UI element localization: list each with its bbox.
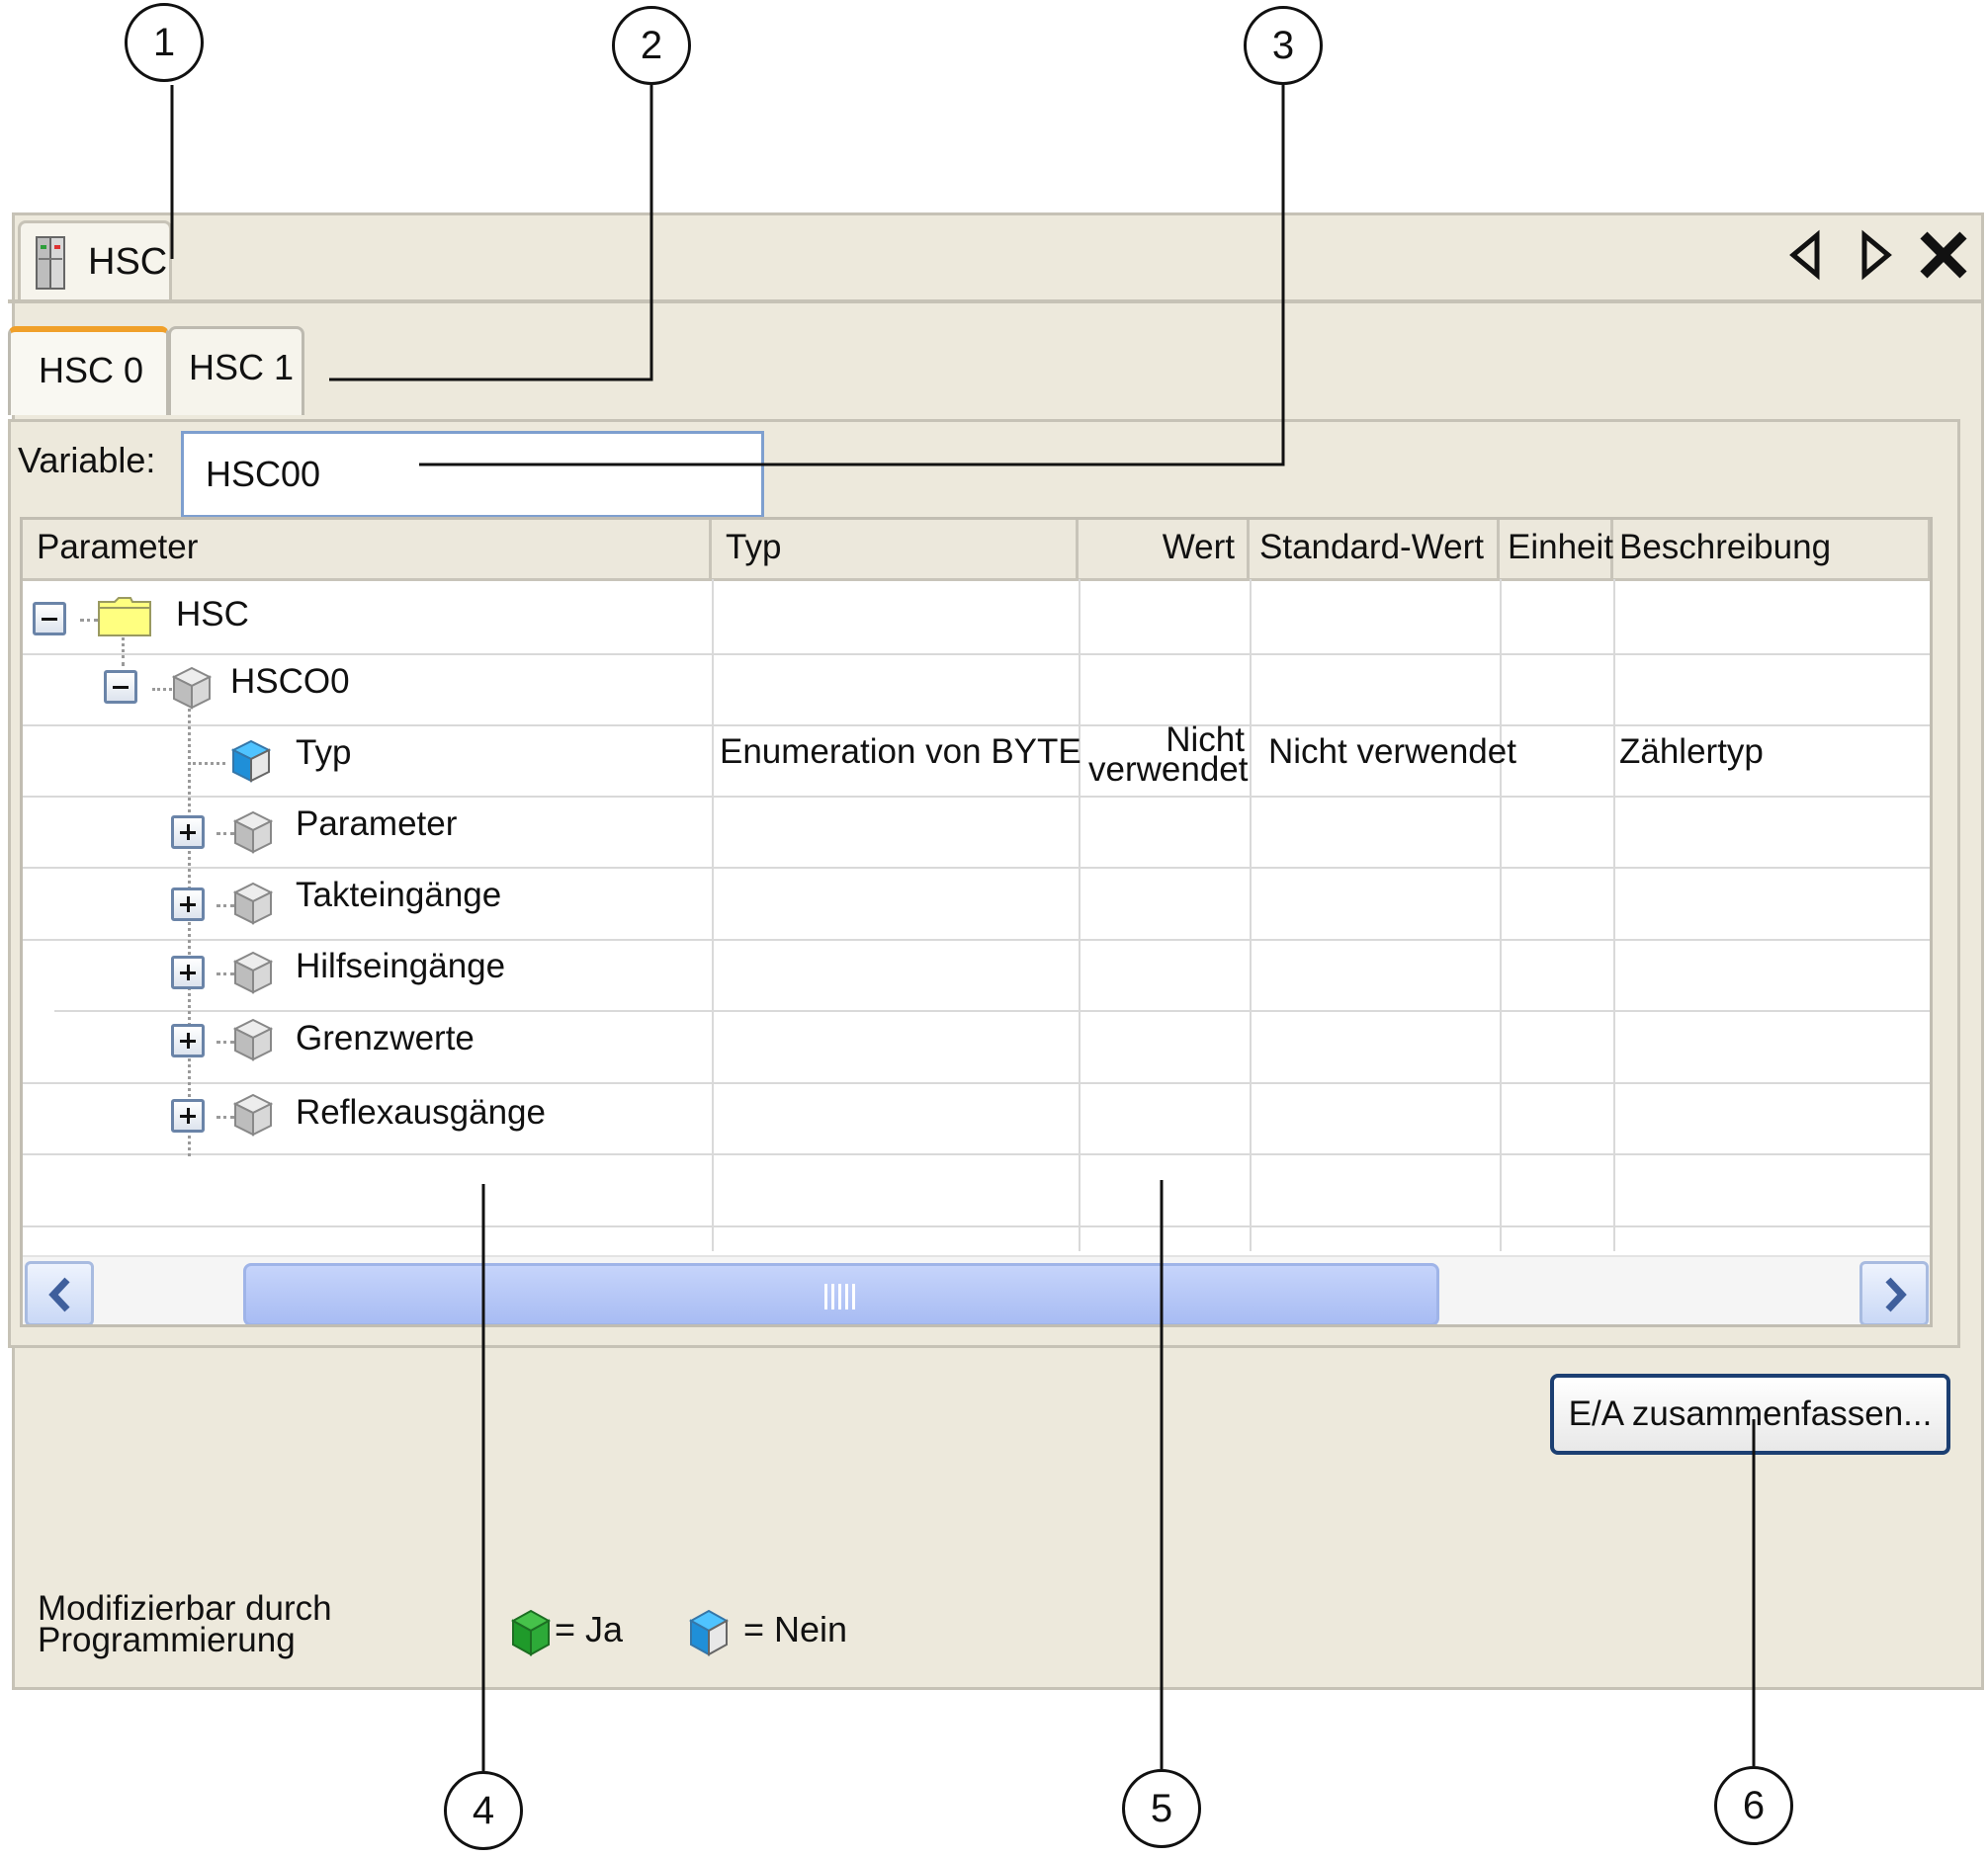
column-header-standard-wert[interactable]: Standard-Wert [1250, 520, 1500, 581]
summarize-io-button[interactable]: E/A zusammenfassen... [1550, 1374, 1950, 1455]
tree-connector [152, 688, 172, 691]
callout-3: 3 [1244, 6, 1323, 85]
tree-connector [216, 904, 234, 907]
tree-connector [216, 1116, 234, 1119]
scroll-grip-icon [824, 1284, 858, 1309]
scroll-left-button[interactable] [25, 1261, 94, 1324]
tab-hsc-1[interactable]: HSC 1 [168, 326, 304, 415]
callout-5: 5 [1122, 1769, 1201, 1848]
tab-hsc-1-label: HSC 1 [189, 347, 295, 387]
expand-takteingaenge-button[interactable] [171, 887, 205, 921]
expand-reflexausgaenge-button[interactable] [171, 1099, 205, 1133]
row-divider [23, 796, 1930, 798]
blue-cube-icon [689, 1609, 729, 1656]
row-divider [23, 724, 1930, 726]
tree-connector [188, 686, 191, 1156]
horizontal-scrollbar[interactable] [23, 1255, 1930, 1324]
previous-arrow-icon[interactable] [1777, 227, 1833, 283]
tree-connector [80, 619, 98, 622]
expand-grenzwerte-button[interactable] [171, 1024, 205, 1057]
collapse-hsc-button[interactable] [33, 602, 66, 635]
row-typ-default: Nicht verwendet [1268, 732, 1516, 771]
parameter-grid: Parameter Typ Wert Standard-Wert Einheit… [20, 517, 1933, 1327]
callout-4: 4 [444, 1771, 523, 1850]
row-typ-type: Enumeration von BYTE [720, 732, 1081, 771]
legend-yes-label: = Ja [555, 1609, 624, 1649]
row-reflexausgaenge-name: Reflexausgänge [296, 1093, 546, 1132]
callout-1: 1 [125, 3, 204, 82]
row-divider [23, 1225, 1930, 1227]
row-hsc-name: HSC [176, 595, 249, 633]
folder-icon [98, 597, 151, 636]
tab-hsc-0-label: HSC 0 [39, 350, 144, 390]
tree-connector [216, 972, 234, 975]
legend-no-label: = Nein [743, 1609, 848, 1649]
tree-connector [216, 1041, 234, 1044]
row-typ-name: Typ [296, 733, 352, 772]
controller-module-icon [36, 236, 65, 290]
column-divider [712, 579, 714, 1251]
next-arrow-icon[interactable] [1849, 227, 1904, 283]
legend-title: Modifizierbar durch Programmierung [38, 1589, 332, 1659]
row-divider [23, 653, 1930, 655]
column-header-beschreibung[interactable]: Beschreibung [1613, 520, 1930, 581]
row-divider [23, 867, 1930, 869]
column-header-typ[interactable]: Typ [712, 520, 1079, 581]
close-icon[interactable] [1916, 227, 1971, 283]
variable-label: Variable: [18, 440, 156, 480]
row-parameter-name: Parameter [296, 804, 458, 843]
callout-2: 2 [612, 6, 691, 85]
tree-connector [188, 762, 225, 765]
grey-cube-icon [233, 810, 273, 854]
document-tab-hsc[interactable]: HSC [18, 220, 172, 301]
callout-6: 6 [1714, 1766, 1793, 1845]
blue-cube-icon [231, 739, 271, 783]
grey-cube-icon [233, 951, 273, 994]
row-divider [23, 939, 1930, 941]
row-takteingaenge-name: Takteingänge [296, 876, 502, 914]
column-divider [1613, 579, 1615, 1251]
tab-hsc-0[interactable]: HSC 0 [8, 326, 169, 415]
variable-input[interactable] [181, 431, 764, 518]
column-header-wert[interactable]: Wert [1079, 520, 1250, 581]
grey-cube-icon [172, 666, 212, 710]
expand-hilfseingaenge-button[interactable] [171, 956, 205, 989]
chevron-right-icon [1885, 1277, 1907, 1312]
scroll-right-button[interactable] [1859, 1261, 1929, 1324]
expand-parameter-button[interactable] [171, 815, 205, 849]
chevron-left-icon [48, 1277, 70, 1312]
scroll-thumb[interactable] [243, 1263, 1439, 1324]
column-divider [1079, 579, 1080, 1251]
row-typ-description: Zählertyp [1619, 732, 1764, 771]
grey-cube-icon [233, 882, 273, 925]
grey-cube-icon [233, 1093, 273, 1137]
column-divider [1250, 579, 1252, 1251]
grey-cube-icon [233, 1018, 273, 1061]
row-grenzwerte-name: Grenzwerte [296, 1019, 475, 1057]
column-header-einheit[interactable]: Einheit [1500, 520, 1613, 581]
column-header-parameter[interactable]: Parameter [23, 520, 712, 581]
column-divider [1500, 579, 1502, 1251]
row-divider [23, 1153, 1930, 1155]
collapse-hsco0-button[interactable] [104, 670, 137, 704]
row-hsco0-name: HSCO0 [230, 662, 350, 701]
title-separator [8, 299, 1984, 303]
row-divider [23, 1082, 1930, 1084]
green-cube-icon [511, 1609, 551, 1656]
row-divider [54, 1010, 1930, 1012]
row-typ-value-line2: verwendet [1088, 750, 1249, 789]
row-typ-value[interactable]: Nicht verwendet [1088, 722, 1249, 789]
tree-connector [216, 832, 234, 835]
document-tab-label: HSC [88, 241, 168, 283]
row-hilfseingaenge-name: Hilfseingänge [296, 947, 506, 985]
